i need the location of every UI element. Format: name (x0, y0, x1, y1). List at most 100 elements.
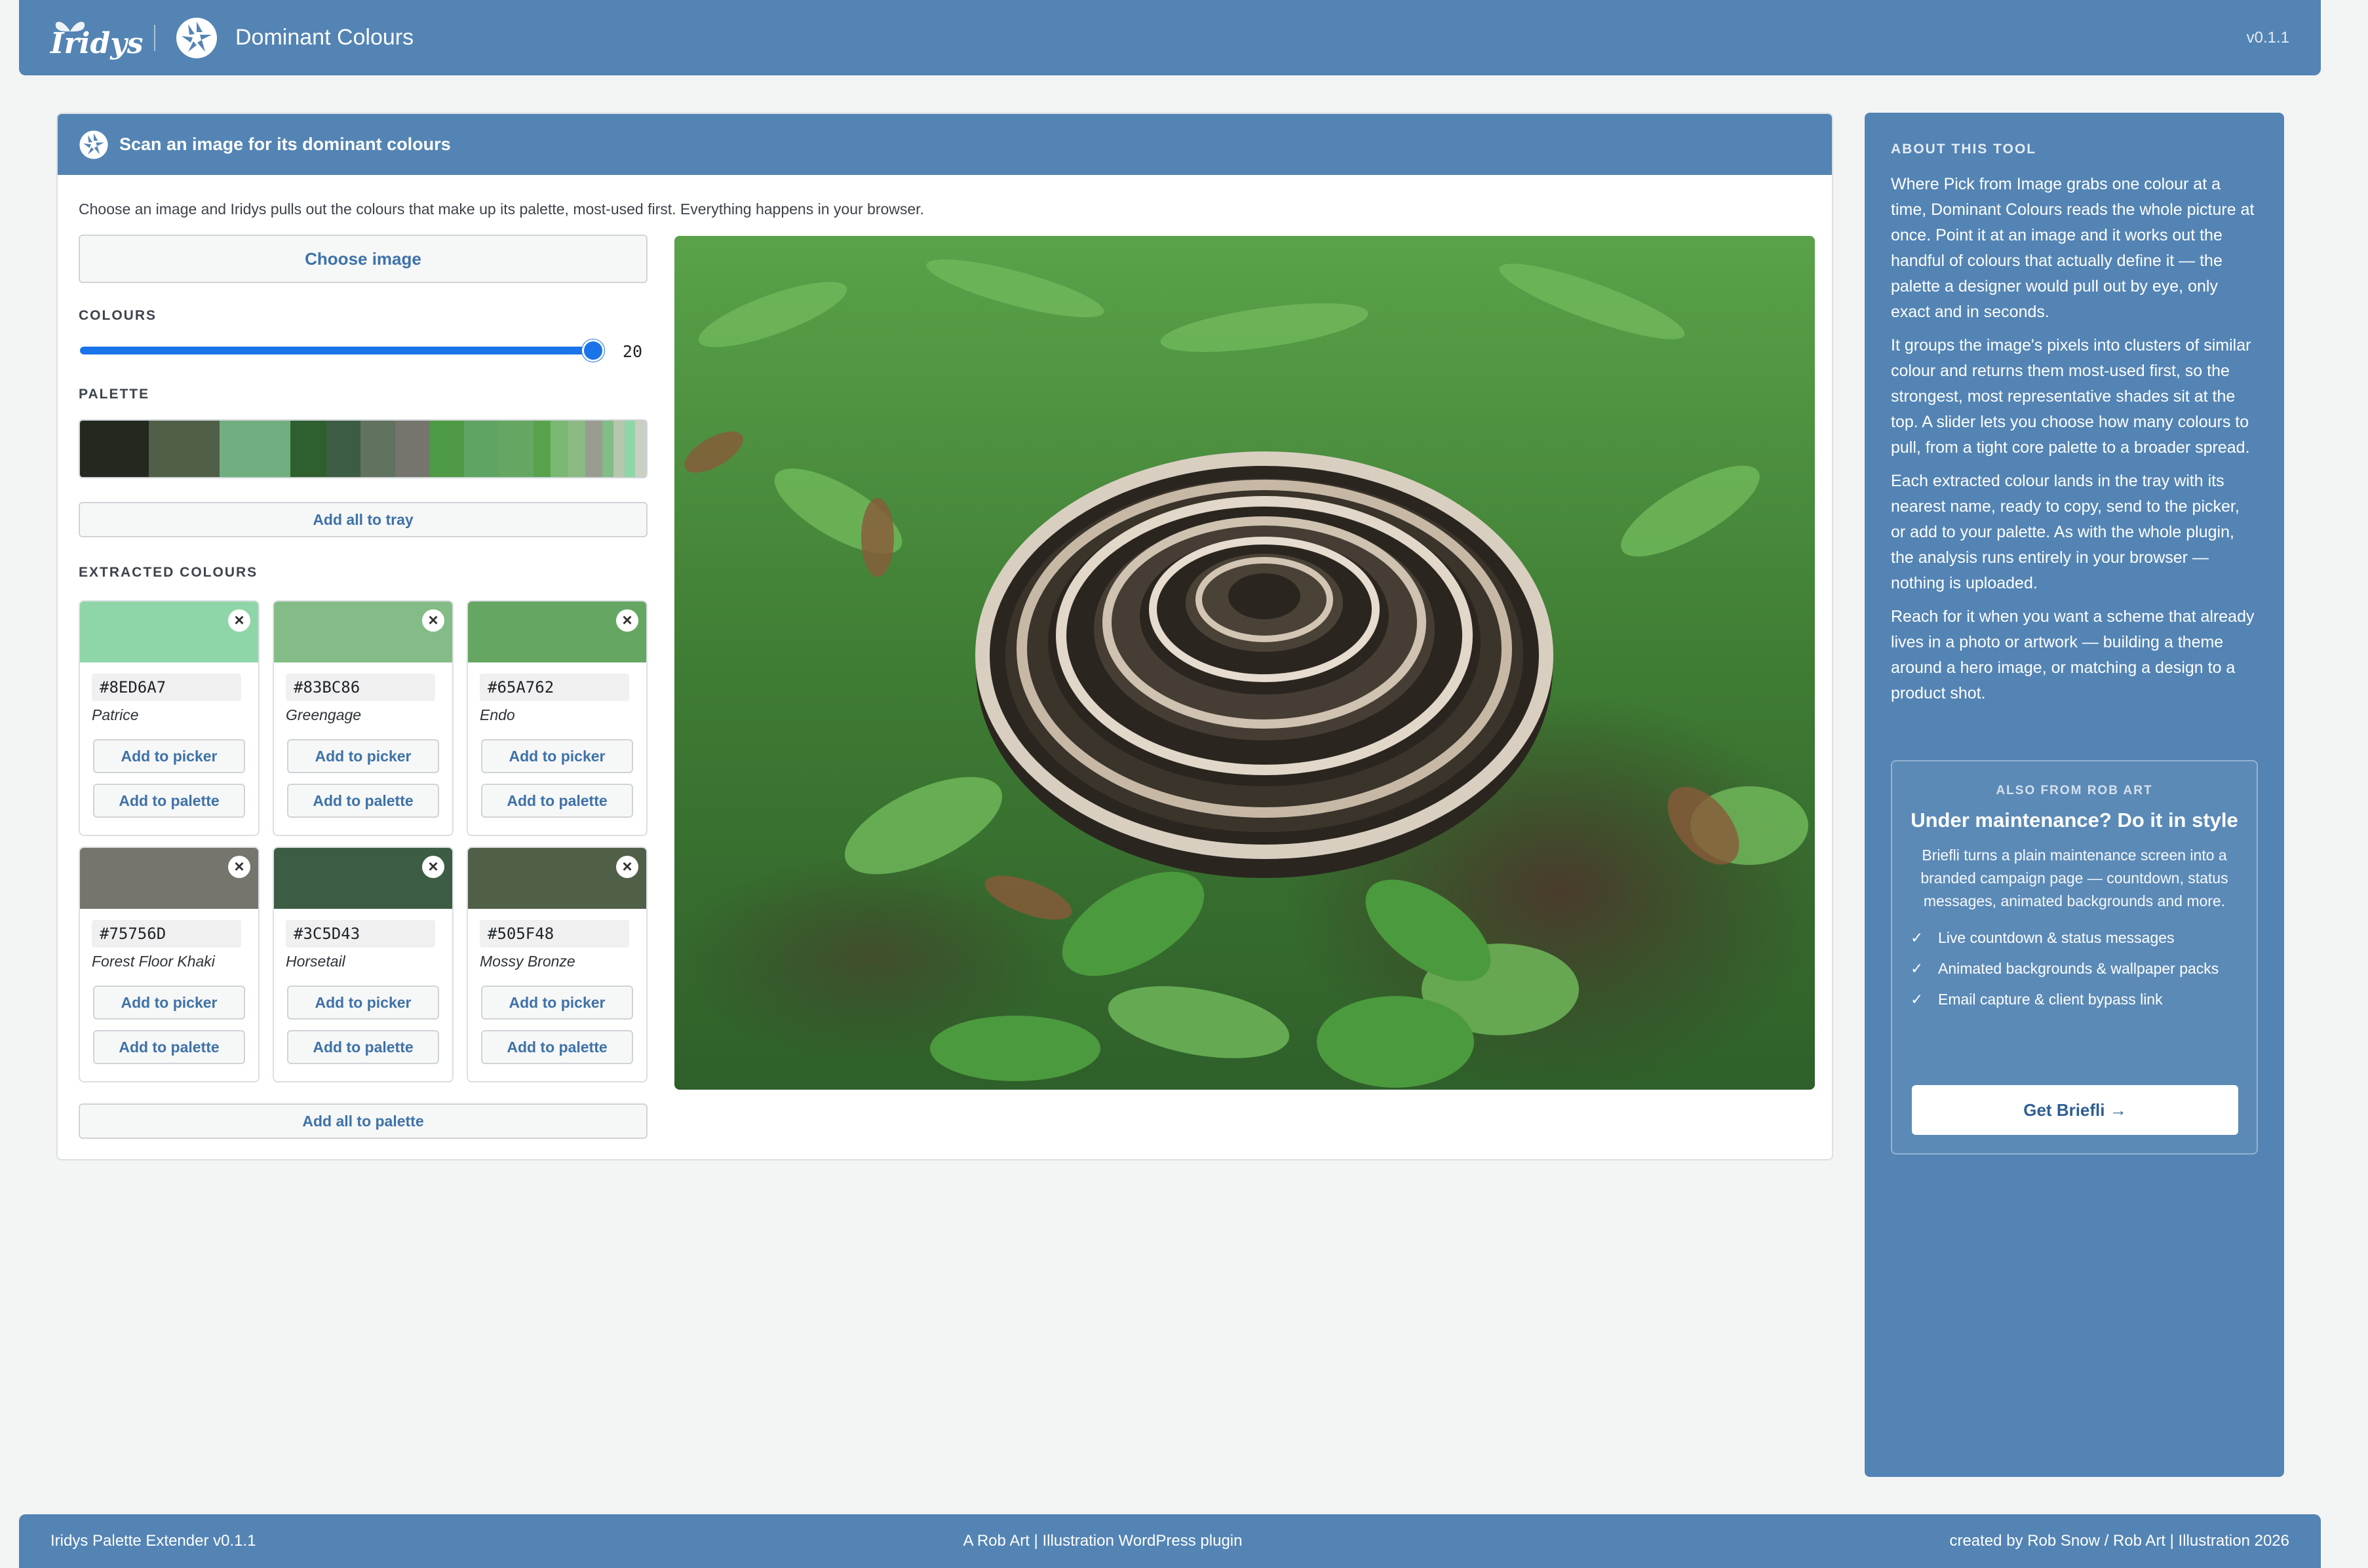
promo-eyebrow: ALSO FROM ROB ART (1996, 784, 2153, 797)
aperture-icon (79, 130, 108, 159)
close-icon[interactable]: × (616, 856, 638, 878)
swatch-card: × #65A762 Endo Add to picker Add to pale… (467, 600, 648, 836)
swatch-color: × (80, 848, 258, 909)
aperture-icon (176, 17, 217, 58)
version-label: v0.1.1 (2246, 28, 2289, 47)
about-sidebar: ABOUT THIS TOOL Where Pick from Image gr… (1865, 113, 2284, 1477)
hex-field[interactable]: #505F48 (480, 920, 629, 947)
palette-swatch[interactable] (290, 421, 326, 477)
get-briefli-button[interactable]: Get Briefli → (1912, 1085, 2238, 1135)
add-to-palette-button[interactable]: Add to palette (287, 784, 439, 818)
promo-feature-text: Live countdown & status messages (1938, 929, 2175, 946)
promo-feature-text: Animated backgrounds & wallpaper packs (1938, 960, 2219, 977)
palette-swatch[interactable] (395, 421, 430, 477)
palette-swatch[interactable] (551, 421, 568, 477)
palette-swatch[interactable] (499, 421, 534, 477)
promo-feature-text: Email capture & client bypass link (1938, 991, 2163, 1008)
source-image (674, 236, 1815, 1090)
swatch-color: × (468, 602, 646, 662)
palette-swatch[interactable] (360, 421, 396, 477)
hex-field[interactable]: #8ED6A7 (92, 674, 241, 701)
iridys-logo: Iridys (50, 12, 144, 64)
palette-swatch[interactable] (602, 421, 613, 477)
colour-name: Forest Floor Khaki (92, 953, 215, 970)
footer-right: created by Rob Snow / Rob Art | Illustra… (1949, 1532, 2289, 1550)
promo-feature: ✓ Email capture & client bypass link (1911, 989, 2238, 1010)
close-icon[interactable]: × (228, 609, 250, 632)
briefli-promo: ALSO FROM ROB ART Under maintenance? Do … (1891, 760, 2258, 1155)
palette-swatch[interactable] (326, 421, 361, 477)
app-title: Dominant Colours (235, 25, 414, 50)
add-to-picker-button[interactable]: Add to picker (287, 739, 439, 773)
palette-swatch[interactable] (585, 421, 603, 477)
colour-name: Horsetail (286, 953, 345, 970)
colours-value: 20 (623, 342, 643, 361)
add-to-picker-button[interactable]: Add to picker (93, 739, 245, 773)
footer-center: A Rob Art | Illustration WordPress plugi… (963, 1532, 1243, 1550)
check-icon: ✓ (1911, 991, 1924, 1008)
intro-text: Choose an image and Iridys pulls out the… (79, 201, 924, 218)
swatch-color: × (274, 848, 452, 909)
check-icon: ✓ (1911, 929, 1924, 946)
add-all-to-tray-button[interactable]: Add all to tray (79, 502, 648, 537)
add-all-to-palette-button[interactable]: Add all to palette (79, 1103, 648, 1139)
palette-swatch[interactable] (635, 421, 646, 477)
palette-label: PALETTE (79, 387, 150, 402)
colours-slider[interactable] (80, 347, 598, 354)
top-bar: Iridys Dominant Colours v0.1.1 (19, 0, 2321, 75)
check-icon: ✓ (1911, 960, 1924, 977)
colour-name: Patrice (92, 706, 139, 723)
about-paragraph: It groups the image's pixels into cluste… (1891, 336, 2251, 457)
palette-swatch[interactable] (568, 421, 585, 477)
add-to-picker-button[interactable]: Add to picker (93, 985, 245, 1020)
promo-feature: ✓ Animated backgrounds & wallpaper packs (1911, 958, 2238, 980)
swatch-card: × #83BC86 Greengage Add to picker Add to… (273, 600, 454, 836)
palette-swatch[interactable] (624, 421, 636, 477)
close-icon[interactable]: × (228, 856, 250, 878)
add-to-palette-button[interactable]: Add to palette (481, 784, 633, 818)
swatch-card: × #75756D Forest Floor Khaki Add to pick… (79, 847, 260, 1082)
butterfly-icon (55, 21, 85, 31)
promo-feature-list: ✓ Live countdown & status messages ✓ Anima… (1911, 927, 2238, 1010)
dominant-colours-card: Scan an image for its dominant colours C… (56, 113, 1833, 1160)
hex-field[interactable]: #83BC86 (286, 674, 435, 701)
palette-swatch[interactable] (80, 421, 149, 477)
footer: Iridys Palette Extender v0.1.1 A Rob Art… (19, 1514, 2321, 1568)
hex-field[interactable]: #65A762 (480, 674, 629, 701)
add-to-picker-button[interactable]: Add to picker (287, 985, 439, 1020)
palette-swatch[interactable] (613, 421, 625, 477)
palette-swatch[interactable] (533, 421, 551, 477)
hex-field[interactable]: #75756D (92, 920, 241, 947)
hex-field[interactable]: #3C5D43 (286, 920, 435, 947)
colour-name: Endo (480, 706, 515, 723)
promo-title: Under maintenance? Do it in style (1911, 809, 2238, 832)
header-divider (154, 24, 155, 51)
about-label: ABOUT THIS TOOL (1891, 142, 2037, 157)
close-icon[interactable]: × (422, 609, 444, 632)
add-to-picker-button[interactable]: Add to picker (481, 739, 633, 773)
promo-feature: ✓ Live countdown & status messages (1911, 927, 2238, 949)
colour-name: Mossy Bronze (480, 953, 575, 970)
about-paragraph: Where Pick from Image grabs one colour a… (1891, 175, 2255, 321)
add-to-palette-button[interactable]: Add to palette (287, 1030, 439, 1064)
palette-swatch[interactable] (220, 421, 290, 477)
mushroom-photo (674, 236, 1815, 1090)
swatch-card: × #8ED6A7 Patrice Add to picker Add to p… (79, 600, 260, 836)
add-to-picker-button[interactable]: Add to picker (481, 985, 633, 1020)
about-paragraph: Each extracted colour lands in the tray … (1891, 472, 2240, 592)
swatch-color: × (468, 848, 646, 909)
palette-swatch[interactable] (149, 421, 220, 477)
add-to-palette-button[interactable]: Add to palette (93, 1030, 245, 1064)
close-icon[interactable]: × (422, 856, 444, 878)
about-paragraph: Reach for it when you want a scheme that… (1891, 607, 2255, 702)
add-to-palette-button[interactable]: Add to palette (93, 784, 245, 818)
close-icon[interactable]: × (616, 609, 638, 632)
choose-image-button[interactable]: Choose image (79, 235, 648, 283)
card-title: Scan an image for its dominant colours (119, 134, 451, 154)
palette-swatch[interactable] (429, 421, 465, 477)
colours-label: COLOURS (79, 308, 157, 323)
add-to-palette-button[interactable]: Add to palette (481, 1030, 633, 1064)
colour-name: Greengage (286, 706, 362, 723)
colours-slider-thumb[interactable] (582, 339, 604, 362)
palette-swatch[interactable] (464, 421, 499, 477)
